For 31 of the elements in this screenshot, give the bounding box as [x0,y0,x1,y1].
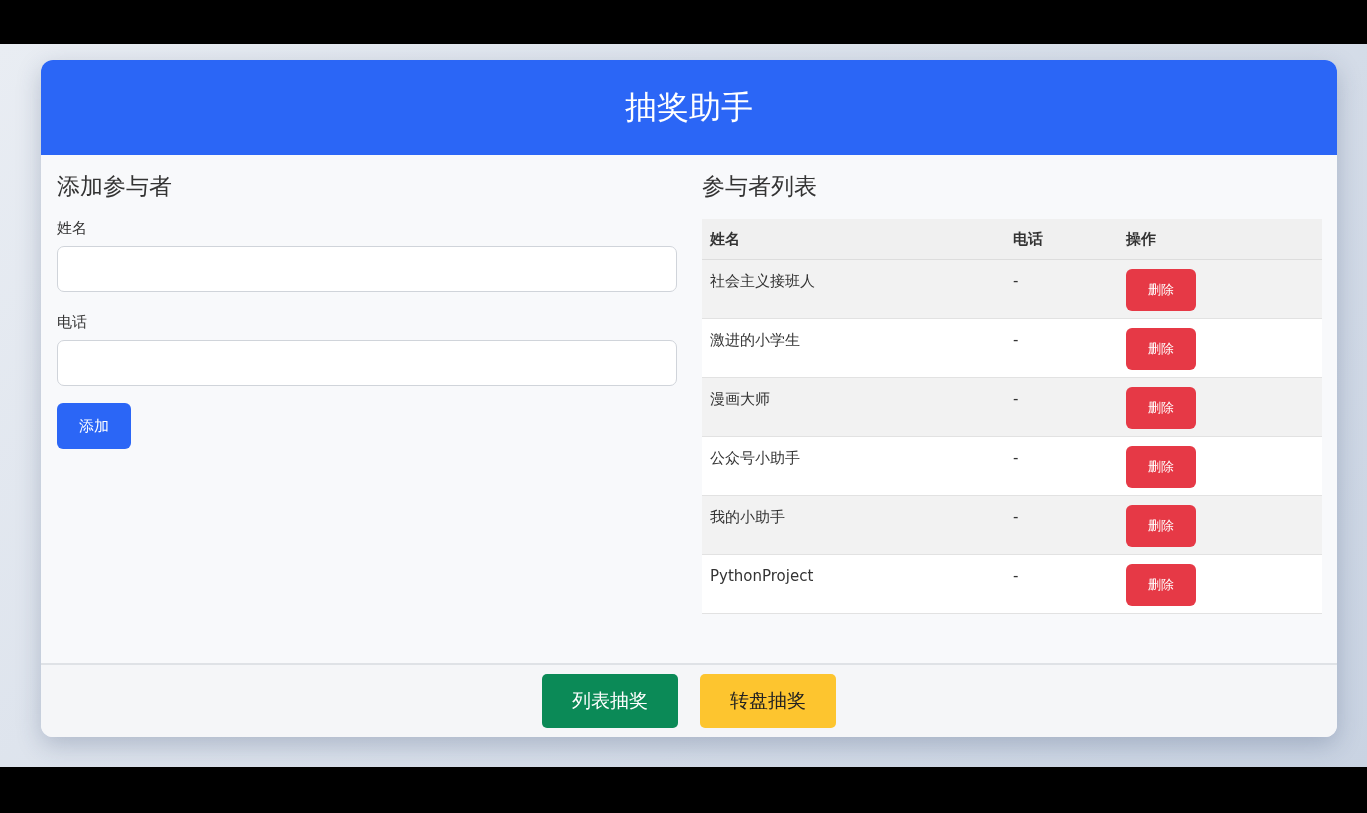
table-cell: - [1005,259,1118,319]
table-cell: - [1005,436,1118,496]
input-field[interactable] [57,246,677,292]
table-cell: - [1005,318,1118,378]
list-title: 参与者列表 [702,172,818,201]
delete-button[interactable]: 删除 [1126,328,1196,370]
table-cell: - [1005,495,1118,555]
delete-button[interactable]: 删除 [1126,387,1196,429]
column-header: 电话 [1005,219,1118,260]
add-button[interactable]: 添加 [57,403,131,449]
column-header: 操作 [1118,219,1322,260]
delete-button[interactable]: 删除 [1126,269,1196,311]
form-title: 添加参与者 [57,172,173,201]
field-label: 姓名 [57,219,88,238]
draw-button[interactable]: 列表抽奖 [542,674,678,728]
table-cell: 公众号小助手 [702,436,1005,496]
delete-button[interactable]: 删除 [1126,505,1196,547]
table-cell: 社会主义接班人 [702,259,1005,319]
app-title: 抽奖助手 [625,86,753,128]
column-header: 姓名 [702,219,1005,260]
table-cell: 激进的小学生 [702,318,1005,378]
table-cell: 漫画大师 [702,377,1005,437]
table-cell: - [1005,554,1118,614]
delete-button[interactable]: 删除 [1126,446,1196,488]
field-label: 电话 [57,313,88,332]
draw-button[interactable]: 转盘抽奖 [700,674,836,728]
delete-button[interactable]: 删除 [1126,564,1196,606]
table-cell: - [1005,377,1118,437]
table-cell: 我的小助手 [702,495,1005,555]
input-field[interactable] [57,340,677,386]
table-cell: PythonProject [702,554,1005,614]
